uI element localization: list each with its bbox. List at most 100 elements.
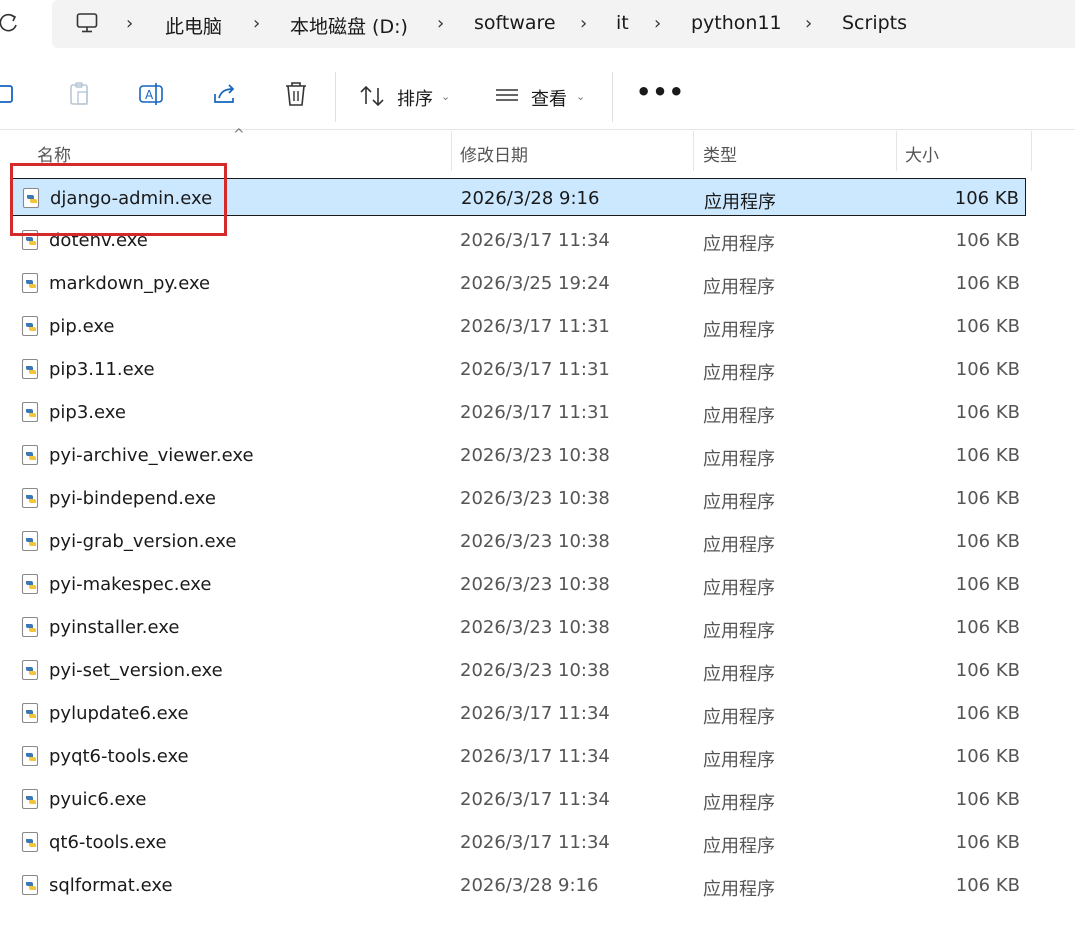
file-type: 应用程序 [703, 363, 775, 384]
chevron-right-icon[interactable]: › [126, 13, 133, 34]
python-exe-icon [20, 530, 42, 552]
file-date-modified: 2026/3/23 10:38 [460, 617, 610, 638]
more-options-button[interactable]: ••• [636, 78, 685, 106]
file-type: 应用程序 [703, 320, 775, 341]
file-type: 应用程序 [703, 707, 775, 728]
column-date-modified[interactable]: 修改日期 [460, 141, 528, 166]
view-icon[interactable] [494, 86, 522, 116]
share-icon[interactable] [211, 80, 239, 110]
file-size: 106 KB [955, 273, 1020, 294]
file-name: pyi-makespec.exe [49, 574, 212, 595]
file-size: 106 KB [955, 574, 1020, 595]
breadcrumb-drive-d[interactable]: 本地磁盘 (D:) [290, 12, 408, 39]
file-size: 106 KB [955, 531, 1020, 552]
file-type: 应用程序 [703, 793, 775, 814]
chevron-right-icon[interactable]: › [654, 13, 661, 34]
chevron-right-icon[interactable]: › [437, 13, 444, 34]
file-row[interactable]: django-admin.exe 2026/3/28 9:16 应用程序 106 KB [12, 178, 1026, 216]
file-size: 106 KB [955, 359, 1020, 380]
file-row[interactable]: pip3.11.exe 2026/3/17 11:31 应用程序 106 KB [12, 350, 1026, 388]
file-name: sqlformat.exe [49, 875, 173, 896]
file-type: 应用程序 [703, 621, 775, 642]
file-row[interactable]: pyi-bindepend.exe 2026/3/23 10:38 应用程序 106 … [12, 479, 1026, 517]
file-type: 应用程序 [703, 277, 775, 298]
file-date-modified: 2026/3/23 10:38 [460, 488, 610, 509]
column-name[interactable]: 名称 [37, 141, 71, 166]
python-exe-icon [20, 745, 42, 767]
file-type: 应用程序 [703, 664, 775, 685]
file-date-modified: 2026/3/17 11:31 [460, 359, 610, 380]
file-size: 106 KB [955, 230, 1020, 251]
breadcrumb-software[interactable]: software [474, 12, 556, 34]
chevron-down-icon[interactable]: ⌄ [576, 90, 585, 103]
refresh-icon[interactable] [0, 8, 24, 40]
file-date-modified: 2026/3/17 11:34 [460, 832, 610, 853]
copy-icon[interactable] [0, 80, 22, 110]
file-row[interactable]: pylupdate6.exe 2026/3/17 11:34 应用程序 106 KB [12, 694, 1026, 732]
file-row[interactable]: dotenv.exe 2026/3/17 11:34 应用程序 106 KB [12, 221, 1026, 259]
column-type[interactable]: 类型 [703, 141, 737, 166]
file-name: pyinstaller.exe [49, 617, 180, 638]
file-row[interactable]: pyuic6.exe 2026/3/17 11:34 应用程序 106 KB [12, 780, 1026, 818]
file-row[interactable]: markdown_py.exe 2026/3/25 19:24 应用程序 106 KB [12, 264, 1026, 302]
breadcrumb-this-pc[interactable]: 此电脑 [165, 12, 222, 39]
file-row[interactable]: pyi-set_version.exe 2026/3/23 10:38 应用程序 10… [12, 651, 1026, 689]
toolbar-divider [612, 72, 613, 122]
python-exe-icon [20, 358, 42, 380]
file-date-modified: 2026/3/23 10:38 [460, 574, 610, 595]
chevron-right-icon[interactable]: › [253, 13, 260, 34]
python-exe-icon [20, 831, 42, 853]
file-date-modified: 2026/3/17 11:34 [460, 703, 610, 724]
file-name: dotenv.exe [49, 230, 148, 251]
file-size: 106 KB [955, 875, 1020, 896]
file-row[interactable]: qt6-tools.exe 2026/3/17 11:34 应用程序 106 KB [12, 823, 1026, 861]
column-divider[interactable] [896, 131, 897, 171]
column-divider[interactable] [1031, 131, 1032, 171]
file-size: 106 KB [955, 316, 1020, 337]
file-name: pip3.11.exe [49, 359, 155, 380]
file-size: 106 KB [955, 703, 1020, 724]
sort-button[interactable]: 排序 [397, 85, 433, 111]
file-size: 106 KB [955, 660, 1020, 681]
paste-icon[interactable] [67, 80, 95, 110]
breadcrumb-it[interactable]: it [616, 12, 629, 34]
breadcrumb-python11[interactable]: python11 [691, 12, 782, 34]
file-size: 106 KB [955, 789, 1020, 810]
file-size: 106 KB [955, 746, 1020, 767]
file-date-modified: 2026/3/23 10:38 [460, 531, 610, 552]
file-name: django-admin.exe [50, 188, 213, 209]
column-divider[interactable] [451, 131, 452, 171]
python-exe-icon [20, 702, 42, 724]
file-size: 106 KB [955, 445, 1020, 466]
breadcrumb-scripts[interactable]: Scripts [842, 12, 907, 34]
file-name: pip.exe [49, 316, 115, 337]
view-button[interactable]: 查看 [531, 85, 567, 111]
sort-icon[interactable] [359, 84, 387, 114]
python-exe-icon [20, 573, 42, 595]
file-name: pyuic6.exe [49, 789, 147, 810]
file-row[interactable]: pyi-archive_viewer.exe 2026/3/23 10:38 应用程… [12, 436, 1026, 474]
chevron-down-icon[interactable]: ⌄ [441, 90, 450, 103]
command-bar: A 排序 ⌄ 查看 ⌄ ••• [0, 52, 1075, 130]
column-divider[interactable] [693, 131, 694, 171]
python-exe-icon [20, 229, 42, 251]
file-row[interactable]: pip3.exe 2026/3/17 11:31 应用程序 106 KB [12, 393, 1026, 431]
rename-icon[interactable]: A [138, 80, 166, 110]
file-row[interactable]: pip.exe 2026/3/17 11:31 应用程序 106 KB [12, 307, 1026, 345]
address-bar: › 此电脑 › 本地磁盘 (D:) › software › it › pyth… [0, 0, 1075, 52]
file-row[interactable]: pyqt6-tools.exe 2026/3/17 11:34 应用程序 106 KB [12, 737, 1026, 775]
file-date-modified: 2026/3/17 11:31 [460, 402, 610, 423]
python-exe-icon [20, 315, 42, 337]
file-date-modified: 2026/3/17 11:34 [460, 746, 610, 767]
chevron-right-icon[interactable]: › [580, 13, 587, 34]
file-size: 106 KB [955, 832, 1020, 853]
file-row[interactable]: pyi-grab_version.exe 2026/3/23 10:38 应用程序 1… [12, 522, 1026, 560]
python-exe-icon [20, 616, 42, 638]
delete-icon[interactable] [283, 80, 311, 110]
file-row[interactable]: sqlformat.exe 2026/3/28 9:16 应用程序 106 KB [12, 866, 1026, 904]
file-row[interactable]: pyinstaller.exe 2026/3/23 10:38 应用程序 106 KB [12, 608, 1026, 646]
column-size[interactable]: 大小 [905, 141, 939, 166]
file-row[interactable]: pyi-makespec.exe 2026/3/23 10:38 应用程序 106 K… [12, 565, 1026, 603]
chevron-right-icon[interactable]: › [805, 13, 812, 34]
file-date-modified: 2026/3/17 11:34 [460, 789, 610, 810]
